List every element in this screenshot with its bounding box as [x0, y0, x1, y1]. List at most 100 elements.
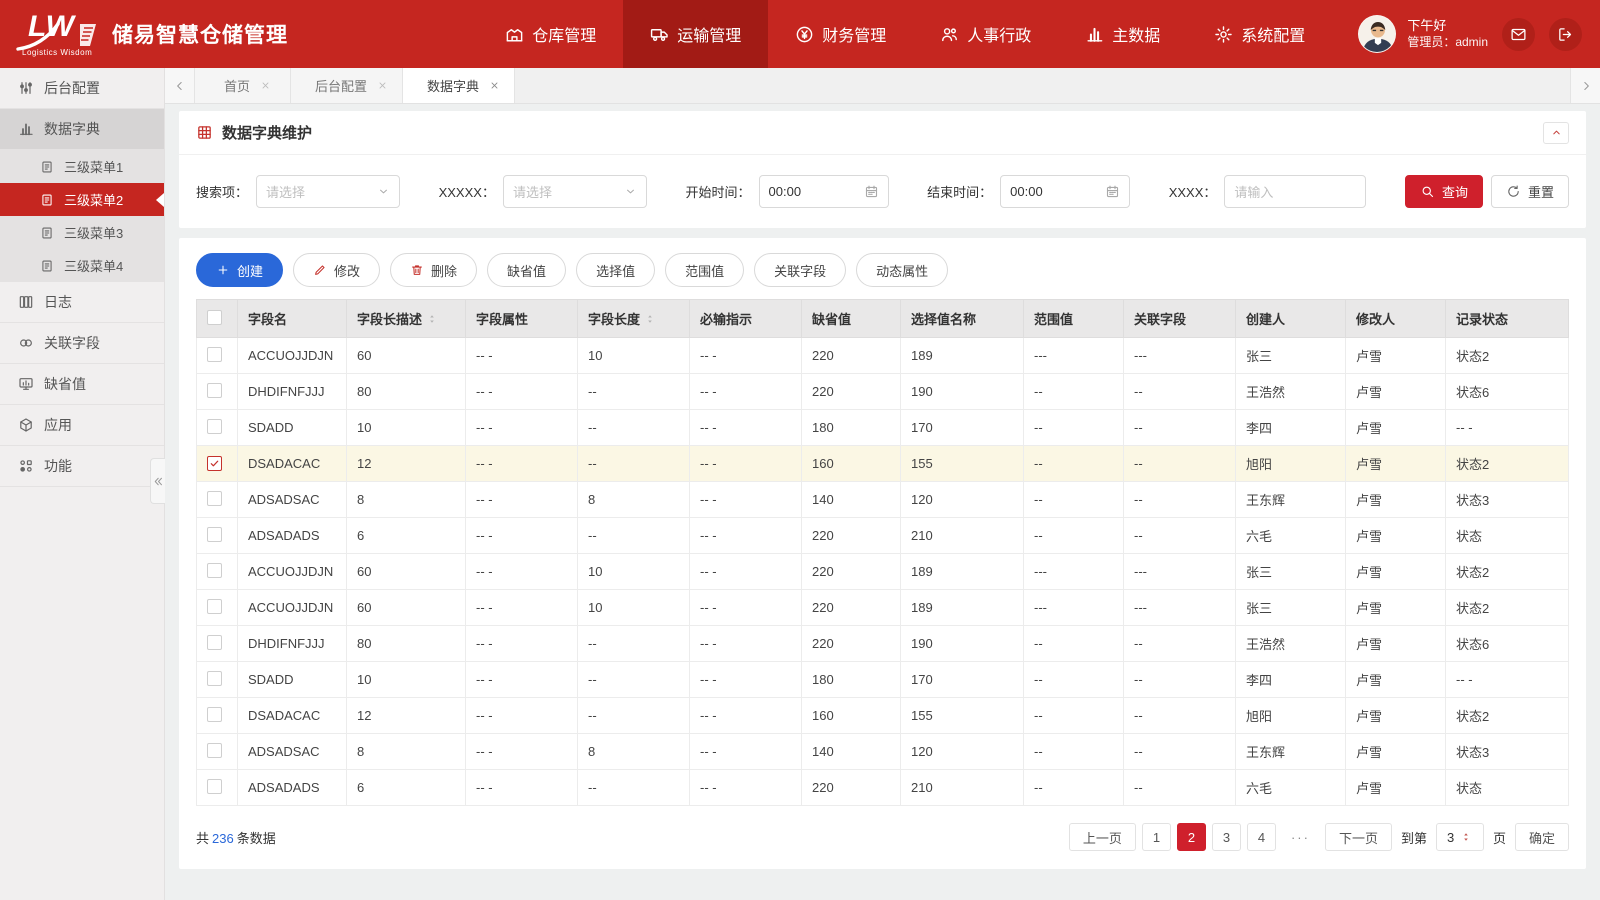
table-cell: --	[1023, 445, 1124, 482]
close-icon[interactable]	[489, 80, 500, 91]
table-cell: ---	[1023, 589, 1124, 626]
panel-collapse-button[interactable]	[1543, 121, 1569, 144]
avatar[interactable]	[1358, 15, 1397, 53]
sidebar-collapse-handle[interactable]	[150, 458, 165, 504]
tab-2[interactable]: 数据字典	[403, 68, 516, 103]
row-checkbox[interactable]	[207, 742, 222, 758]
row-checkbox[interactable]	[207, 706, 222, 722]
xxxx-input[interactable]: 请输入	[1224, 175, 1367, 208]
close-icon[interactable]	[377, 80, 388, 91]
chevron-down-icon	[624, 185, 637, 198]
sidebar-item-9[interactable]: 应用	[0, 405, 164, 446]
table-cell: -- -	[465, 733, 578, 770]
action-button-6[interactable]: 关联字段	[754, 253, 847, 287]
row-checkbox[interactable]	[207, 778, 222, 794]
start-time-input[interactable]: 00:00	[758, 175, 889, 208]
table-cell: 180	[801, 409, 901, 446]
sidebar-item-6[interactable]: 日志	[0, 282, 164, 323]
nav-item-1[interactable]: 运输管理	[623, 0, 769, 68]
page-button-2[interactable]: 2	[1176, 823, 1206, 851]
table-cell: -- -	[689, 589, 802, 626]
sidebar-item-3[interactable]: 三级菜单2	[0, 183, 164, 216]
logout-button[interactable]	[1549, 17, 1582, 51]
tab-0[interactable]: 首页	[195, 68, 291, 103]
table-cell: 220	[801, 769, 901, 806]
table-cell: 旭阳	[1235, 445, 1346, 482]
query-button[interactable]: 查询	[1404, 175, 1483, 208]
table-cell: 210	[900, 517, 1024, 554]
sidebar-item-8[interactable]: 缺省值	[0, 364, 164, 405]
end-time-input[interactable]: 00:00	[1000, 175, 1131, 208]
mail-button[interactable]	[1502, 17, 1535, 51]
table-cell: DHDIFNFJJJ	[237, 625, 347, 662]
search-item-label: 搜索项：	[196, 185, 249, 200]
nav-item-5[interactable]: 系统配置	[1187, 0, 1332, 68]
sidebar-item-1[interactable]: 数据字典	[0, 109, 164, 150]
row-checkbox[interactable]	[207, 382, 222, 398]
sidebar-item-7[interactable]: 关联字段	[0, 323, 164, 364]
sort-icon[interactable]	[426, 313, 438, 325]
row-checkbox[interactable]	[207, 634, 222, 650]
table-cell: 10	[577, 337, 690, 374]
action-button-3[interactable]: 缺省值	[487, 253, 567, 287]
search-item-select[interactable]: 请选择	[256, 175, 401, 208]
nav-item-0[interactable]: 仓库管理	[478, 0, 623, 68]
column-header[interactable]: 字段长度	[577, 299, 690, 338]
start-time-label: 开始时间：	[685, 185, 751, 200]
spinner-arrows-icon[interactable]	[1460, 831, 1472, 843]
row-checkbox[interactable]	[207, 598, 222, 614]
sort-icon[interactable]	[644, 313, 656, 325]
prev-page-button[interactable]: 上一页	[1068, 823, 1136, 851]
goto-page-spinner[interactable]: 3	[1435, 823, 1484, 851]
row-checkbox[interactable]	[207, 526, 222, 542]
page-button-4[interactable]: 4	[1246, 823, 1276, 851]
table-cell: 220	[801, 517, 901, 554]
sidebar-item-0[interactable]: 后台配置	[0, 68, 164, 109]
master-data-icon	[1085, 25, 1104, 44]
xxxxx-select[interactable]: 请选择	[502, 175, 647, 208]
tab-scroll-right[interactable]	[1570, 68, 1600, 103]
page-ellipsis[interactable]: ···	[1282, 823, 1319, 851]
start-time-value: 00:00	[768, 184, 802, 199]
action-button-4[interactable]: 选择值	[576, 253, 656, 287]
column-header: 缺省值	[801, 299, 901, 338]
confirm-button[interactable]: 确定	[1514, 823, 1569, 851]
main-area: 首页后台配置数据字典 数据字典维护 搜索项： 请选择 XXXXX： 请选择	[165, 68, 1600, 900]
action-button-5[interactable]: 范围值	[665, 253, 745, 287]
table-row-1: DHDIFNFJJJ 80 -- - -- -- -220 190 -- -- 王浩然 卢雪 状态6	[196, 373, 1569, 410]
sidebar-item-4[interactable]: 三级菜单3	[0, 216, 164, 249]
table-cell: -- -	[1445, 409, 1569, 446]
page-button-1[interactable]: 1	[1141, 823, 1171, 851]
total-count: 共 236 条数据	[196, 830, 276, 846]
action-button-2[interactable]: 删除	[390, 253, 478, 287]
sidebar-item-10[interactable]: 功能	[0, 446, 164, 487]
reset-button[interactable]: 重置	[1491, 175, 1570, 208]
row-checkbox[interactable]	[207, 418, 222, 434]
table-cell: 卢雪	[1345, 409, 1446, 446]
sidebar-item-5[interactable]: 三级菜单4	[0, 249, 164, 282]
table-cell: --	[1023, 481, 1124, 518]
row-checkbox[interactable]	[207, 670, 222, 686]
next-page-button[interactable]: 下一页	[1324, 823, 1392, 851]
search-item-placeholder: 请选择	[266, 185, 306, 200]
row-checkbox[interactable]	[207, 346, 222, 362]
table-cell: 160	[801, 445, 901, 482]
row-checkbox[interactable]	[207, 490, 222, 506]
action-button-7[interactable]: 动态属性	[856, 253, 949, 287]
data-table: 字段名 字段长描述 字段属性 字段长度 必输指示 缺省值 选择值名称 范围值 关联字段 创建人 修改…	[196, 299, 1569, 806]
tab-1[interactable]: 后台配置	[291, 68, 404, 103]
action-button-1[interactable]: 修改	[293, 253, 381, 287]
nav-item-2[interactable]: 财务管理	[768, 0, 913, 68]
close-icon[interactable]	[260, 80, 271, 91]
column-header[interactable]: 字段长描述	[346, 299, 466, 338]
tab-scroll-left[interactable]	[165, 68, 195, 103]
action-button-0[interactable]: 创建	[196, 253, 284, 287]
nav-item-4[interactable]: 主数据	[1058, 0, 1187, 68]
sidebar-item-2[interactable]: 三级菜单1	[0, 150, 164, 183]
row-checkbox[interactable]	[207, 455, 222, 471]
nav-item-3[interactable]: 人事行政	[913, 0, 1058, 68]
row-checkbox[interactable]	[207, 562, 222, 578]
page-button-3[interactable]: 3	[1211, 823, 1241, 851]
select-all-checkbox[interactable]	[207, 309, 222, 325]
column-header: 字段名	[237, 299, 347, 338]
